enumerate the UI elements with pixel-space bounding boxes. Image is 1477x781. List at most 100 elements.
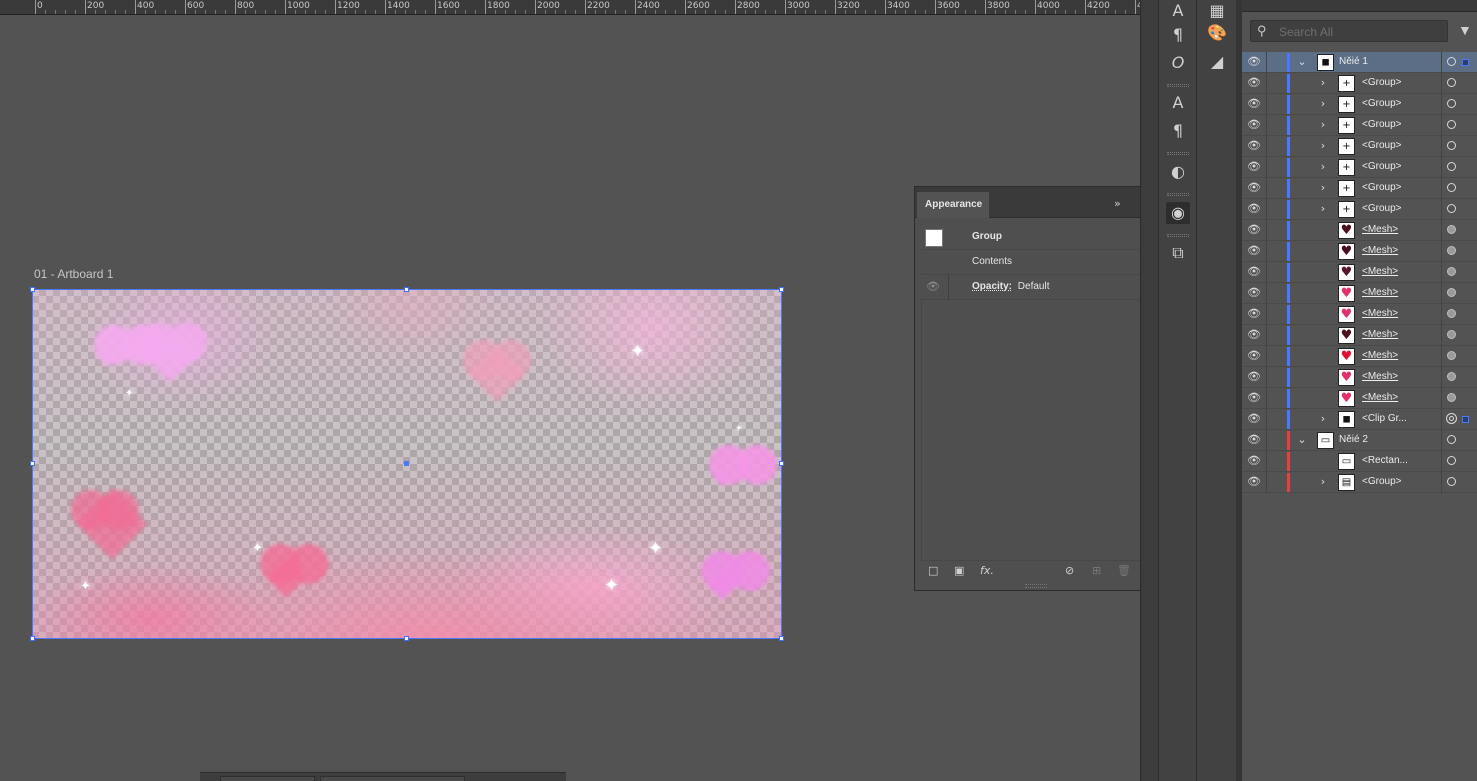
visibility-eye-icon[interactable]: 👁 (1247, 265, 1261, 278)
sublayer-row[interactable]: 👁 ♥ <Mesh> (1242, 304, 1477, 325)
paragraph-icon[interactable]: ¶ (1166, 24, 1190, 46)
layer-row[interactable]: 👁 ⌄ ◼ Něié 1 (1242, 52, 1477, 73)
layer-name[interactable]: <Rectan... (1362, 455, 1408, 466)
visibility-eye-icon[interactable]: 👁 (1247, 139, 1261, 152)
layer-name[interactable]: <Group> (1362, 77, 1401, 88)
visibility-eye-icon[interactable]: 👁 (1247, 286, 1261, 299)
visibility-eye-icon[interactable]: 👁 (1247, 328, 1261, 341)
status-field[interactable] (320, 776, 465, 781)
layers-panel-tabs[interactable] (1242, 0, 1477, 12)
layer-name[interactable]: <Group> (1362, 203, 1401, 214)
chevron-right-icon[interactable]: › (1317, 97, 1329, 110)
visibility-eye-icon[interactable]: 👁 (1247, 391, 1261, 404)
layer-name[interactable]: <Group> (1362, 119, 1401, 130)
target-circle-icon[interactable] (1447, 225, 1456, 234)
sublayer-row[interactable]: 👁 ♥ <Mesh> (1242, 346, 1477, 367)
clear-appearance-icon[interactable]: ⊘ (1065, 564, 1074, 577)
target-circle-icon[interactable] (1447, 309, 1456, 318)
target-circle-icon[interactable] (1447, 99, 1456, 108)
visibility-eye-icon[interactable]: 👁 (1247, 244, 1261, 257)
chevron-down-icon[interactable]: ⌄ (1296, 433, 1308, 446)
visibility-eye-icon[interactable]: 👁 (1247, 97, 1261, 110)
sublayer-row[interactable]: 👁 ♥ <Mesh> (1242, 220, 1477, 241)
sublayer-row[interactable]: 👁 › + <Group> (1242, 94, 1477, 115)
layer-name[interactable]: <Mesh> (1362, 350, 1398, 361)
tab-appearance[interactable]: Appearance (917, 192, 989, 218)
chevron-right-icon[interactable]: › (1317, 160, 1329, 173)
sublayer-row[interactable]: 👁 › ▤ <Group> (1242, 472, 1477, 493)
paragraph-styles-icon[interactable]: ¶ (1166, 120, 1190, 142)
target-circle-icon[interactable] (1447, 288, 1456, 297)
transform-icon[interactable]: ⧉ (1166, 242, 1190, 264)
chevron-right-icon[interactable]: › (1317, 475, 1329, 488)
sublayer-row[interactable]: 👁 › + <Group> (1242, 178, 1477, 199)
sublayer-row[interactable]: 👁 › + <Group> (1242, 157, 1477, 178)
appearance-opacity-row[interactable]: 👁 Opacity: Default (921, 275, 1150, 300)
layer-name[interactable]: <Mesh> (1362, 329, 1398, 340)
filter-icon[interactable]: ▼ (1458, 22, 1472, 38)
visibility-eye-icon[interactable]: 👁 (1247, 349, 1261, 362)
target-circle-icon[interactable] (1447, 456, 1456, 465)
target-circle-icon[interactable] (1447, 267, 1456, 276)
visibility-eye-icon[interactable]: 👁 (1247, 160, 1261, 173)
scrollbar-strip[interactable] (1140, 0, 1158, 781)
target-circle-icon[interactable] (1446, 413, 1457, 424)
visibility-eye-icon[interactable]: 👁 (1247, 202, 1261, 215)
resize-handle-s[interactable] (404, 636, 409, 641)
target-circle-icon[interactable] (1447, 78, 1456, 87)
layer-name[interactable]: Něié 2 (1339, 434, 1368, 445)
visibility-eye-icon[interactable]: 👁 (1247, 55, 1261, 68)
delete-item-icon[interactable]: 🗑 (1117, 564, 1131, 577)
target-circle-icon[interactable] (1447, 57, 1456, 66)
target-circle-icon[interactable] (1447, 204, 1456, 213)
gradient-icon[interactable]: ◢ (1205, 51, 1229, 73)
sublayer-row[interactable]: 👁 ♥ <Mesh> (1242, 325, 1477, 346)
eye-icon[interactable]: 👁 (926, 280, 940, 293)
layer-name[interactable]: <Group> (1362, 98, 1401, 109)
sublayer-row[interactable]: 👁 › + <Group> (1242, 136, 1477, 157)
resize-handle-n[interactable] (404, 287, 409, 292)
opacity-row-text[interactable]: Opacity: Default (972, 281, 1049, 292)
layers-search-field[interactable]: ⚲ Search All (1250, 20, 1448, 42)
character-styles-icon[interactable]: A (1166, 92, 1190, 114)
layer-name[interactable]: <Mesh> (1362, 308, 1398, 319)
target-circle-icon[interactable] (1447, 246, 1456, 255)
layer-name[interactable]: <Mesh> (1362, 392, 1398, 403)
layer-name[interactable]: <Mesh> (1362, 371, 1398, 382)
sublayer-row[interactable]: 👁 › + <Group> (1242, 199, 1477, 220)
target-circle-icon[interactable] (1447, 141, 1456, 150)
resize-handle-se[interactable] (779, 636, 784, 641)
visibility-eye-icon[interactable]: 👁 (1247, 454, 1261, 467)
layer-name[interactable]: <Group> (1362, 182, 1401, 193)
add-effect-icon[interactable]: fx. (980, 564, 994, 577)
resize-handle-e[interactable] (779, 461, 784, 466)
appearance-type-row[interactable]: Group (921, 225, 1150, 250)
swatches-icon[interactable]: ▦ (1205, 0, 1229, 22)
layer-name[interactable]: Něié 1 (1339, 56, 1368, 67)
sublayer-row[interactable]: 👁 › + <Group> (1242, 73, 1477, 94)
target-circle-icon[interactable] (1447, 372, 1456, 381)
pathfinder-icon[interactable]: ◐ (1166, 161, 1190, 183)
chevron-right-icon[interactable]: › (1317, 202, 1329, 215)
chevron-right-icon[interactable]: › (1317, 76, 1329, 89)
target-circle-icon[interactable] (1447, 435, 1456, 444)
target-circle-icon[interactable] (1447, 120, 1456, 129)
layer-name[interactable]: <Mesh> (1362, 266, 1398, 277)
artboard-name-label[interactable]: 01 - Artboard 1 (34, 267, 113, 281)
target-circle-icon[interactable] (1447, 330, 1456, 339)
visibility-eye-icon[interactable]: 👁 (1247, 307, 1261, 320)
sublayer-row[interactable]: 👁 ♥ <Mesh> (1242, 262, 1477, 283)
resize-handle-nw[interactable] (30, 287, 35, 292)
appearance-icon[interactable]: ◉ (1166, 202, 1190, 224)
visibility-eye-icon[interactable]: 👁 (1247, 433, 1261, 446)
chevron-down-icon[interactable]: ⌄ (1296, 55, 1308, 68)
status-field[interactable] (220, 776, 315, 781)
duplicate-item-icon[interactable]: ⊞ (1092, 564, 1101, 577)
chevron-right-icon[interactable]: › (1317, 139, 1329, 152)
add-fill-icon[interactable]: ▣ (954, 564, 964, 577)
chevron-right-icon[interactable]: › (1317, 412, 1329, 425)
add-stroke-icon[interactable]: □ (928, 564, 938, 577)
panel-resize-grip[interactable] (1025, 584, 1047, 588)
sublayer-row[interactable]: 👁 ♥ <Mesh> (1242, 241, 1477, 262)
layer-name[interactable]: <Group> (1362, 476, 1401, 487)
